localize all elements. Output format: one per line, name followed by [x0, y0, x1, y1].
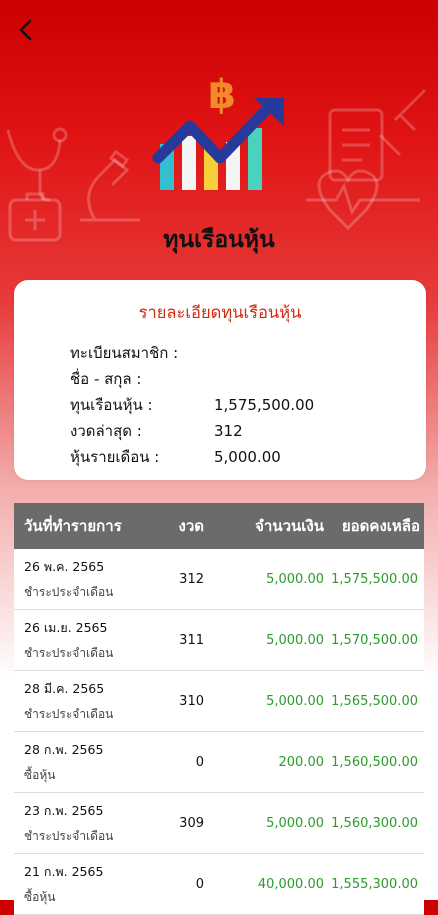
row-date: 23 ก.พ. 2565 [24, 802, 104, 818]
row-amount: 5,000.00 [266, 815, 324, 831]
row-balance: 1,560,300.00 [331, 815, 418, 831]
detail-list: ทะเบียนสมาชิก : ชื่อ - สกุล : ทุนเรือนหุ… [70, 340, 364, 470]
detail-label: หุ้นรายเดือน : [70, 448, 160, 466]
column-header-balance: ยอดคงเหลือ [341, 517, 420, 535]
detail-row-latest-period: งวดล่าสุด : 312 [70, 418, 364, 444]
row-date: 21 ก.พ. 2565 [24, 863, 104, 879]
detail-label: ทุนเรือนหุ้น : [70, 396, 153, 414]
row-date: 26 พ.ค. 2565 [24, 558, 105, 574]
row-amount: 200.00 [278, 754, 325, 770]
row-period: 309 [179, 815, 204, 831]
share-capital-detail-card: รายละเอียดทุนเรือนหุ้น ทะเบียนสมาชิก : ช… [14, 280, 426, 480]
transaction-table: วันที่ทำรายการ งวด จำนวนเงิน ยอดคงเหลือ … [14, 503, 424, 915]
row-type: ซื้อหุ้น [24, 889, 56, 904]
row-period: 312 [179, 571, 204, 587]
detail-value: 1,575,500.00 [214, 396, 315, 414]
table-row[interactable]: 28 ก.พ. 2565 ซื้อหุ้น 0 200.00 1,560,500… [14, 732, 424, 793]
table-row[interactable]: 26 เม.ย. 2565 ชำระประจำเดือน 311 5,000.0… [14, 610, 424, 671]
row-date: 28 ก.พ. 2565 [24, 741, 104, 757]
clipboard-icon [328, 108, 384, 182]
page-title: ทุนเรือนหุ้น [163, 227, 275, 253]
row-type: ชำระประจำเดือน [24, 645, 114, 660]
row-date-cell: 23 ก.พ. 2565 ชำระประจำเดือน [14, 801, 154, 846]
card-title: รายละเอียดทุนเรือนหุ้น [138, 303, 302, 322]
chevron-left-icon[interactable] [12, 16, 40, 44]
row-period: 311 [179, 632, 204, 648]
row-period: 0 [195, 754, 204, 770]
row-balance: 1,555,300.00 [331, 876, 418, 892]
row-balance: 1,570,500.00 [331, 632, 418, 648]
row-date-cell: 28 มี.ค. 2565 ชำระประจำเดือน [14, 679, 154, 724]
detail-value: 312 [214, 422, 243, 440]
microscope-icon [80, 149, 140, 222]
row-balance: 1,560,500.00 [331, 754, 418, 770]
svg-text:฿: ฿ [208, 72, 236, 118]
table-row[interactable]: 23 ก.พ. 2565 ชำระประจำเดือน 309 5,000.00… [14, 793, 424, 854]
detail-label: ทะเบียนสมาชิก : [70, 344, 179, 362]
row-type: ชำระประจำเดือน [24, 828, 114, 843]
row-type: ซื้อหุ้น [24, 767, 56, 782]
table-row[interactable]: 28 มี.ค. 2565 ชำระประจำเดือน 310 5,000.0… [14, 671, 424, 732]
row-period: 310 [179, 693, 204, 709]
detail-row-monthly-share: หุ้นรายเดือน : 5,000.00 [70, 444, 364, 470]
row-date: 26 เม.ย. 2565 [24, 619, 108, 635]
detail-label: ชื่อ - สกุล : [70, 370, 142, 388]
row-date: 28 มี.ค. 2565 [24, 680, 105, 696]
stethoscope-icon [6, 127, 68, 202]
syringe-icon [378, 88, 427, 157]
row-date-cell: 28 ก.พ. 2565 ซื้อหุ้น [14, 740, 154, 785]
row-amount: 5,000.00 [266, 571, 324, 587]
table-header: วันที่ทำรายการ งวด จำนวนเงิน ยอดคงเหลือ [14, 503, 424, 549]
row-balance: 1,575,500.00 [331, 571, 418, 587]
column-header-period: งวด [178, 517, 205, 535]
row-amount: 5,000.00 [266, 693, 324, 709]
row-type: ชำระประจำเดือน [24, 584, 114, 599]
row-amount: 5,000.00 [266, 632, 324, 648]
detail-row-share-capital: ทุนเรือนหุ้น : 1,575,500.00 [70, 392, 364, 418]
baht-chart-logo-icon: ฿ [152, 72, 284, 190]
column-header-amount: จำนวนเงิน [255, 517, 324, 535]
detail-row-member-id: ทะเบียนสมาชิก : [70, 340, 364, 366]
row-date-cell: 26 เม.ย. 2565 ชำระประจำเดือน [14, 618, 154, 663]
detail-label: งวดล่าสุด : [70, 422, 142, 440]
row-date-cell: 26 พ.ค. 2565 ชำระประจำเดือน [14, 557, 154, 602]
row-period: 0 [195, 876, 204, 892]
row-type: ชำระประจำเดือน [24, 706, 114, 721]
table-row[interactable]: 26 พ.ค. 2565 ชำระประจำเดือน 312 5,000.00… [14, 549, 424, 610]
detail-value: 5,000.00 [214, 448, 281, 466]
table-row[interactable]: 21 ก.พ. 2565 ซื้อหุ้น 0 40,000.00 1,555,… [14, 854, 424, 915]
column-header-date: วันที่ทำรายการ [24, 517, 122, 535]
detail-row-name: ชื่อ - สกุล : [70, 366, 364, 392]
row-balance: 1,565,500.00 [331, 693, 418, 709]
row-amount: 40,000.00 [257, 876, 324, 892]
